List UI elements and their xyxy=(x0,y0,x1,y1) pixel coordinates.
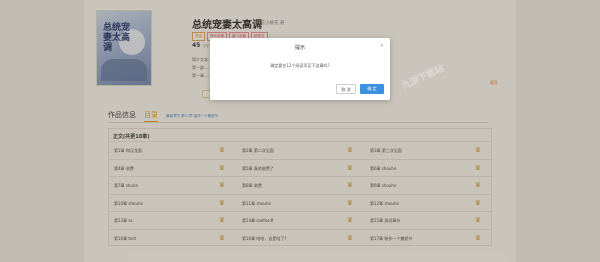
dialog-message: 确定要在12个阅读币买下这章吗? xyxy=(270,63,330,68)
dialog-title: 提示 xyxy=(294,45,305,51)
confirm-button[interactable]: 确 定 xyxy=(360,84,384,94)
close-icon[interactable]: × xyxy=(380,43,384,49)
confirm-dialog: 提示 × 确定要在12个阅读币买下这章吗? 取 消 确 定 xyxy=(210,38,390,100)
cancel-button[interactable]: 取 消 xyxy=(336,84,356,94)
